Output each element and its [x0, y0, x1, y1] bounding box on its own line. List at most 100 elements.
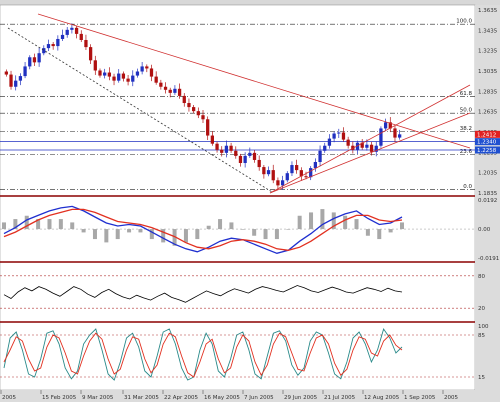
candle-body — [149, 68, 154, 77]
time-tick-label: 1 Sep 2005 — [404, 395, 436, 401]
candle-body — [42, 48, 46, 54]
fibonacci-label: 61.8 — [460, 91, 473, 97]
candle-body — [229, 145, 233, 151]
time-tick-label: 9 Mar 2005 — [82, 395, 114, 401]
macd-histogram-bar — [377, 229, 382, 240]
candle-body — [74, 27, 79, 34]
candle-body — [323, 145, 327, 151]
macd-tick-label: -0.0191 — [478, 256, 499, 262]
macd-histogram-bar — [58, 219, 63, 230]
price-tick-label: 1.3435 — [478, 28, 498, 34]
price-tick-label: 1.3235 — [478, 49, 498, 55]
candle-body — [206, 119, 210, 136]
candle-body — [290, 165, 294, 174]
candle-body — [182, 95, 186, 104]
candle-body — [18, 76, 23, 81]
candle-body — [266, 170, 271, 175]
macd-histogram-bar — [138, 229, 143, 233]
candle-body — [145, 66, 149, 69]
candle-body — [383, 122, 388, 129]
candle-body — [9, 74, 13, 87]
rsi-tick-label: 20 — [478, 306, 485, 312]
time-tick-label: 2005 — [2, 395, 16, 401]
time-tick-label: 7 Jun 2005 — [244, 395, 274, 401]
price-tick-label: 1.1835 — [478, 191, 498, 197]
candle-body — [285, 173, 289, 181]
macd-histogram-bar — [183, 229, 188, 243]
candle-body — [393, 128, 397, 138]
fibonacci-label: 0.0 — [463, 184, 472, 190]
macd-histogram-bar — [365, 229, 370, 236]
time-tick-label: 22 Apr 2005 — [164, 395, 199, 401]
candle-body — [201, 115, 205, 120]
candle-body — [135, 71, 140, 76]
candle-body — [107, 72, 111, 77]
rsi-tick-label: 80 — [478, 274, 485, 280]
candle-body — [238, 155, 243, 164]
macd-histogram-bar — [104, 229, 109, 243]
candle-body — [243, 155, 247, 164]
stochastic-tick-label: 85 — [478, 333, 485, 339]
macd-tick-label: 0.0192 — [478, 198, 497, 204]
candle-body — [131, 75, 135, 82]
stochastic-tick-label: 100 — [478, 324, 489, 330]
macd-histogram-bar — [218, 219, 223, 230]
candle-body — [257, 159, 261, 168]
candle-body — [37, 53, 41, 63]
time-tick-label: 12 Aug 2005 — [364, 395, 400, 401]
candle-body — [177, 88, 182, 96]
candle-body — [276, 180, 280, 186]
macd-histogram-bar — [229, 222, 234, 230]
candle-body — [168, 89, 172, 93]
candle-body — [173, 88, 177, 93]
candle-body — [196, 111, 200, 116]
current-price-text: 1.2412 — [477, 132, 496, 138]
time-tick-label: 29 Jun 2005 — [284, 395, 318, 401]
candle-body — [327, 138, 332, 146]
candle-body — [84, 39, 88, 48]
candle-body — [346, 139, 350, 146]
candle-body — [215, 143, 219, 150]
candle-body — [60, 34, 65, 39]
macd-histogram-bar — [81, 229, 86, 233]
candle-body — [117, 73, 121, 81]
macd-histogram-bar — [343, 215, 348, 230]
price-label-text: 1.2258 — [477, 148, 497, 154]
candle-body — [271, 170, 275, 181]
macd-tick-label: 0.00 — [478, 227, 491, 233]
candle-body — [337, 132, 341, 134]
time-tick-label: 21 Jul 2005 — [324, 395, 356, 401]
stochastic-tick-label: 15 — [478, 375, 485, 381]
candle-body — [210, 135, 215, 144]
candle-body — [32, 57, 37, 63]
time-tick-label: 16 May 2005 — [204, 395, 240, 401]
time-tick-label: 2005 — [444, 395, 458, 401]
candle-body — [98, 70, 102, 76]
candle-body — [341, 132, 346, 140]
macd-histogram-bar — [400, 222, 404, 230]
candle-body — [79, 33, 83, 40]
candle-body — [252, 152, 257, 160]
candle-body — [112, 76, 116, 81]
macd-histogram-bar — [252, 229, 257, 236]
candle-body — [121, 73, 126, 79]
macd-histogram-bar — [70, 222, 75, 230]
macd-histogram-bar — [127, 229, 132, 233]
price-panel — [0, 4, 476, 197]
fibonacci-label: 50.0 — [460, 108, 473, 114]
macd-histogram-bar — [47, 219, 52, 230]
time-tick-label: 15 Feb 2005 — [42, 395, 77, 401]
trading-chart: 100.061.850.038.223.60.0 1.36351.34351.3… — [0, 4, 500, 402]
rsi-panel — [0, 261, 476, 323]
macd-histogram-bar — [195, 229, 200, 240]
candle-body — [318, 150, 322, 162]
macd-histogram-bar — [206, 225, 211, 230]
macd-histogram-bar — [297, 215, 302, 230]
fibonacci-label: 38.2 — [460, 126, 472, 132]
candle-body — [14, 80, 18, 87]
candle-body — [23, 66, 27, 77]
price-tick-label: 1.2835 — [478, 89, 498, 95]
candle-body — [398, 134, 402, 138]
candle-body — [248, 152, 252, 156]
candle-body — [93, 60, 97, 71]
